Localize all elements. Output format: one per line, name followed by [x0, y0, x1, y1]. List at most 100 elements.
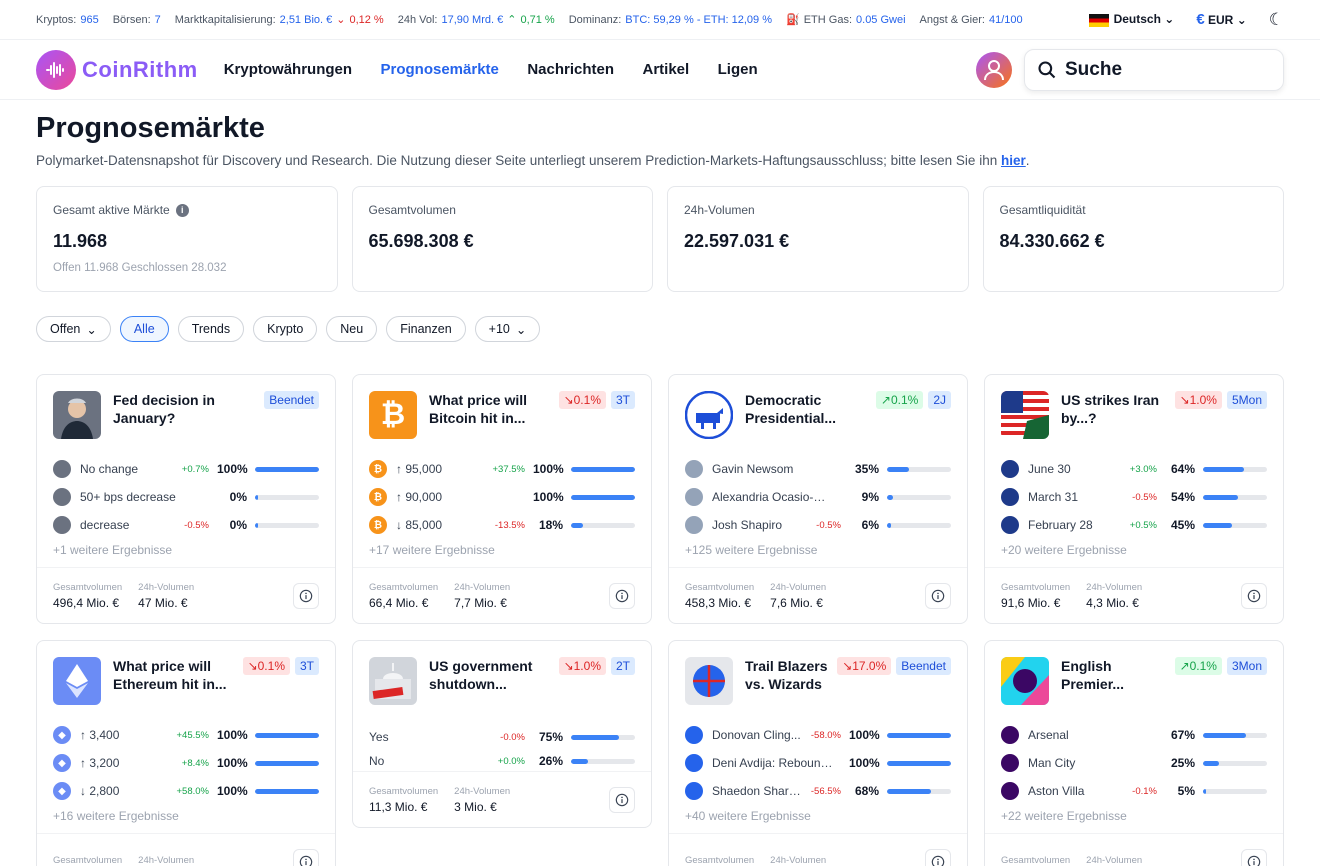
- outcome-row[interactable]: ◆ ↓ 2,800 +58.0% 100%: [53, 777, 319, 805]
- outcome-change: +8.4%: [181, 757, 209, 769]
- day-volume-value: 47 Mio. €: [138, 595, 188, 610]
- outcome-change: +0.5%: [1129, 519, 1157, 531]
- disclaimer-link[interactable]: hier: [1001, 153, 1026, 168]
- nav-cryptocurrencies[interactable]: Kryptowährungen: [224, 61, 352, 78]
- more-outcomes-link[interactable]: +1 weitere Ergebnisse: [37, 539, 335, 557]
- ticker-exchanges[interactable]: Börsen: 7: [113, 14, 161, 26]
- info-icon[interactable]: [293, 582, 319, 609]
- market-thumbnail: [369, 657, 417, 705]
- outcome-row[interactable]: No change +0.7% 100%: [53, 455, 319, 483]
- ticker-cryptos[interactable]: Kryptos: 965: [36, 14, 99, 26]
- avatar-icon: [53, 516, 71, 534]
- outcome-row[interactable]: Gavin Newsom 35%: [685, 455, 951, 483]
- market-title: Fed decision in January?: [113, 392, 215, 426]
- outcome-row[interactable]: ₿ ↑ 90,000 100%: [369, 483, 635, 511]
- filter-status-dropdown[interactable]: Offen ⌄: [36, 316, 111, 342]
- outcome-row[interactable]: Arsenal 67%: [1001, 721, 1267, 749]
- outcome-name: Donovan Cling...: [712, 728, 801, 742]
- club-crest-icon: [1001, 754, 1019, 772]
- outcome-row[interactable]: No +0.0% 26%: [369, 749, 635, 773]
- probability-bar: [1203, 522, 1267, 528]
- more-outcomes-link[interactable]: +40 weitere Ergebnisse: [669, 805, 967, 823]
- currency-select[interactable]: € EUR ⌄: [1196, 11, 1246, 28]
- outcome-row[interactable]: February 28 +0.5% 45%: [1001, 511, 1267, 539]
- info-icon[interactable]: [609, 582, 635, 609]
- market-title: US strikes Iran by...?: [1061, 392, 1160, 426]
- flag-icon: [1001, 516, 1019, 534]
- stat-value: 11.968: [53, 231, 108, 251]
- more-outcomes-link[interactable]: +125 weitere Ergebnisse: [669, 539, 967, 557]
- market-card[interactable]: Fed decision in January? Beendet No change…: [36, 374, 336, 624]
- search-box[interactable]: Suche: [1024, 48, 1284, 91]
- more-outcomes-link[interactable]: +16 weitere Ergebnisse: [37, 805, 335, 823]
- more-outcomes-link[interactable]: +22 weitere Ergebnisse: [985, 805, 1283, 823]
- outcome-row[interactable]: ₿ ↑ 95,000 +37.5% 100%: [369, 455, 635, 483]
- filter-finance[interactable]: Finanzen: [386, 316, 466, 342]
- nav-articles[interactable]: Artikel: [642, 61, 689, 78]
- outcome-row[interactable]: Josh Shapiro -0.5% 6%: [685, 511, 951, 539]
- outcome-row[interactable]: 50+ bps decrease 0%: [53, 483, 319, 511]
- ticker-mcap: Marktkapitalisierung: 2,51 Bio. € ⌄ 0,12 %: [175, 13, 384, 27]
- total-volume-value: 66,4 Mio. €: [369, 595, 429, 610]
- outcome-name: Josh Shapiro: [712, 518, 783, 532]
- status-badge: ↘1.0%: [558, 657, 606, 675]
- nav-leagues[interactable]: Ligen: [718, 61, 758, 78]
- probability-bar: [1203, 494, 1267, 500]
- status-badge: ↘1.0%: [1174, 391, 1222, 409]
- stat-total-volume: Gesamtvolumen 65.698.308 €: [351, 186, 653, 292]
- outcome-row[interactable]: Man City 25%: [1001, 749, 1267, 777]
- market-card[interactable]: US government shutdown... ↘1.0% 2T Yes -0.0%…: [352, 640, 652, 828]
- market-thumbnail: [53, 391, 101, 439]
- outcome-row[interactable]: Deni Avdija: Rebounds... 100%: [685, 749, 951, 777]
- day-volume-value: 7,6 Mio. €: [770, 595, 823, 610]
- outcome-row[interactable]: March 31 -0.5% 54%: [1001, 483, 1267, 511]
- outcome-row[interactable]: Shaedon Sharp... -56.5% 68%: [685, 777, 951, 805]
- basketball-icon: [685, 782, 703, 800]
- outcome-row[interactable]: Donovan Cling... -58.0% 100%: [685, 721, 951, 749]
- info-icon[interactable]: [925, 582, 951, 609]
- logo[interactable]: CoinRithm: [36, 49, 198, 90]
- filter-all[interactable]: Alle: [119, 316, 169, 342]
- more-outcomes-link[interactable]: +17 weitere Ergebnisse: [353, 539, 651, 557]
- market-card[interactable]: What price will Ethereum hit in... ↘0.1% 3…: [36, 640, 336, 866]
- outcome-row[interactable]: Alexandria Ocasio-Cortez 9%: [685, 483, 951, 511]
- filter-more-dropdown[interactable]: +10 ⌄: [474, 316, 541, 342]
- search-input[interactable]: Suche: [1065, 59, 1122, 81]
- nav-news[interactable]: Nachrichten: [527, 61, 614, 78]
- nav-prediction-markets[interactable]: Prognosemärkte: [381, 61, 499, 78]
- outcome-row[interactable]: Aston Villa -0.1% 5%: [1001, 777, 1267, 805]
- day-volume-label: 24h-Volumen: [1086, 581, 1143, 593]
- outcome-row[interactable]: June 30 +3.0% 64%: [1001, 455, 1267, 483]
- user-avatar[interactable]: [976, 51, 1012, 88]
- ticker-fear-greed[interactable]: Angst & Gier: 41/100: [920, 14, 1023, 26]
- avatar-icon: [53, 460, 71, 478]
- bitcoin-icon: ₿: [369, 488, 387, 506]
- info-icon[interactable]: [293, 848, 319, 866]
- bitcoin-icon: ₿: [369, 460, 387, 478]
- market-card[interactable]: US strikes Iran by...? ↘1.0% 5Mon June 30 +3…: [984, 374, 1284, 624]
- filter-trends[interactable]: Trends: [177, 316, 245, 342]
- outcome-row[interactable]: ₿ ↓ 85,000 -13.5% 18%: [369, 511, 635, 539]
- market-card[interactable]: English Premier... ↗0.1% 3Mon Arsenal 67% Man…: [984, 640, 1284, 866]
- more-outcomes-link[interactable]: +20 weitere Ergebnisse: [985, 539, 1283, 557]
- outcome-row[interactable]: Yes -0.0% 75%: [369, 725, 635, 749]
- info-icon[interactable]: i: [175, 203, 189, 217]
- info-icon[interactable]: [1241, 582, 1267, 609]
- outcome-row[interactable]: ◆ ↑ 3,400 +45.5% 100%: [53, 721, 319, 749]
- info-icon[interactable]: [609, 786, 635, 813]
- filter-crypto[interactable]: Krypto: [253, 316, 318, 342]
- outcome-row[interactable]: ◆ ↑ 3,200 +8.4% 100%: [53, 749, 319, 777]
- theme-toggle-moon-icon[interactable]: ☾: [1269, 10, 1284, 30]
- market-title: Democratic Presidential...: [745, 392, 837, 426]
- market-card[interactable]: Democratic Presidential... ↗0.1% 2J Gavin N…: [668, 374, 968, 624]
- day-volume-label: 24h-Volumen: [1086, 854, 1143, 866]
- filter-new[interactable]: Neu: [326, 316, 378, 342]
- language-select[interactable]: Deutsch ⌄: [1088, 12, 1174, 27]
- market-card[interactable]: ₿ What price will Bitcoin hit in... ↘0.1% 3…: [352, 374, 652, 624]
- market-card[interactable]: Trail Blazers vs. Wizards ↘17.0% Beendet Do…: [668, 640, 968, 866]
- info-icon[interactable]: [1241, 848, 1267, 866]
- info-icon[interactable]: [925, 848, 951, 866]
- stat-24h-volume: 24h-Volumen 22.597.031 €: [667, 186, 969, 292]
- ticker-gas: ⛽ ETH Gas: 0.05 Gwei: [786, 13, 906, 27]
- outcome-row[interactable]: decrease -0.5% 0%: [53, 511, 319, 539]
